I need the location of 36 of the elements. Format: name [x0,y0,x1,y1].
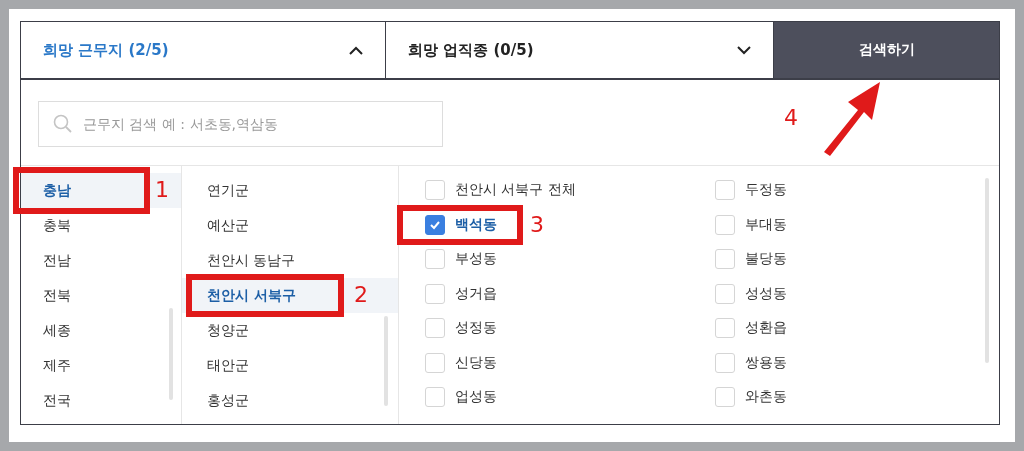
checkbox-label[interactable]: 불당동 [745,250,787,269]
region-item[interactable]: 전남 [21,243,181,278]
chevron-icon [349,45,363,55]
district-item[interactable]: 연기군 [182,173,398,208]
step-number: 2 [354,284,368,306]
checkbox[interactable] [425,214,445,235]
chevron-icon [737,45,751,55]
checkbox-label[interactable]: 성정동 [455,319,497,338]
step-number: 4 [784,107,798,129]
search-icon [53,114,73,134]
search-field[interactable]: 근무지 검색 예 : 서초동,역삼동 [38,101,443,147]
search-button[interactable]: 검색하기 [774,22,999,78]
checkbox-label[interactable]: 신당동 [455,353,497,372]
district-item[interactable]: 청양군 [182,313,398,348]
checkbox-label[interactable]: 성환읍 [745,319,787,338]
region-item[interactable]: 제주 [21,348,181,383]
checkbox-label[interactable]: 성성동 [745,284,787,303]
district-item[interactable]: 홍성군 [182,383,398,418]
region-item[interactable]: 세종 [21,313,181,348]
checkbox-label[interactable]: 와촌동 [745,388,787,407]
checkbox-label[interactable]: 백석동 [455,215,497,234]
region-item[interactable]: 전북 [21,278,181,313]
checkbox-label[interactable]: 천안시 서북구 전체 [455,181,576,200]
district-item[interactable]: 천안시 동남구 [182,243,398,278]
checkbox-label[interactable]: 부대동 [745,215,787,234]
checkbox-label[interactable]: 쌍용동 [745,353,787,372]
region-item[interactable]: 전국 [21,383,181,418]
checkbox-label[interactable]: 부성동 [455,250,497,269]
district-item[interactable]: 예산군 [182,208,398,243]
step-number: 3 [530,213,544,236]
checkbox-label[interactable]: 성거읍 [455,284,497,303]
step-number: 1 [155,179,169,201]
checkbox-label[interactable]: 두정동 [745,181,787,200]
region-item[interactable]: 충북 [21,208,181,243]
checkbox-label[interactable]: 업성동 [455,388,497,407]
district-item[interactable]: 태안군 [182,348,398,383]
